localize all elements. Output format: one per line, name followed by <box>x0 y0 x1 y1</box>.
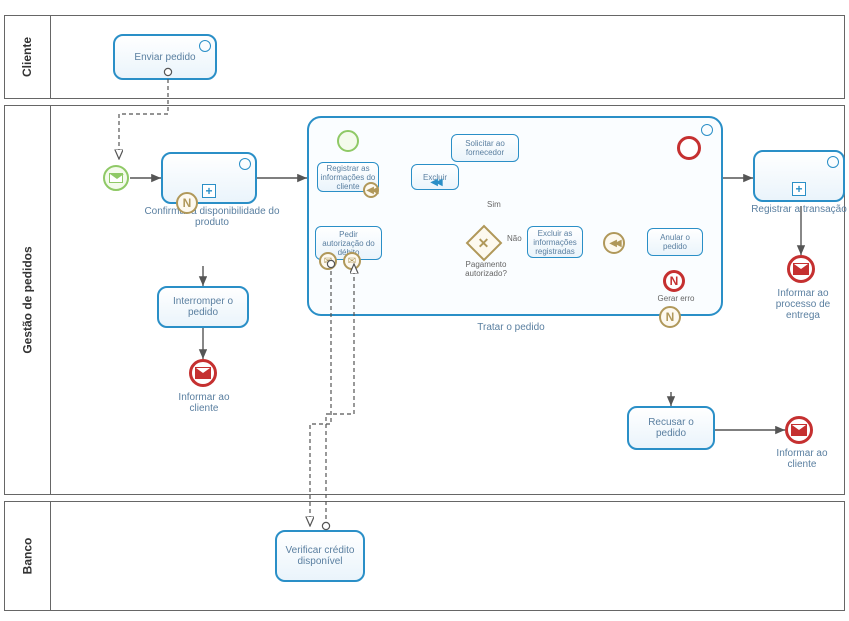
pool-gestao: Gestão de pedidos <box>4 105 845 495</box>
task-solicitar-fornecedor: Solicitar ao fornecedor <box>451 134 519 162</box>
task-label: Anular o pedido <box>650 233 700 251</box>
error-icon: N <box>666 310 675 324</box>
label-informar-entrega: Informar ao processo de entrega <box>763 288 843 321</box>
rewind-icon: ◀◀ <box>366 185 375 196</box>
boundary-event-loop: ✉ <box>319 252 337 270</box>
task-recusar-pedido: Recusar o pedido <box>627 406 715 450</box>
envelope-icon <box>793 263 809 275</box>
non-interrupting-icon <box>199 40 211 52</box>
task-enviar-pedido: Enviar pedido <box>113 34 217 80</box>
rewind-icon: ◀◀ <box>609 238 618 249</box>
label-tratar-pedido: Tratar o pedido <box>451 322 571 333</box>
task-label: Enviar pedido <box>134 52 195 63</box>
label-nao: Não <box>507 234 522 243</box>
label-informar-cliente: Informar ao cliente <box>169 392 239 414</box>
pool-label-gestao: Gestão de pedidos <box>5 106 51 494</box>
label-informar-cliente2: Informar ao cliente <box>767 448 837 470</box>
end-error-event-gerar-erro: N <box>663 270 685 292</box>
envelope-icon: ✉ <box>324 256 332 267</box>
error-icon: N <box>670 274 679 288</box>
label-pagamento-autorizado: Pagamento autorizado? <box>455 260 517 278</box>
lane-banco: Verificar crédito disponível <box>51 502 844 610</box>
task-label: Solicitar ao fornecedor <box>454 139 516 157</box>
expand-icon: + <box>202 184 216 198</box>
label-sim: Sim <box>487 200 501 209</box>
task-label: Recusar o pedido <box>633 417 709 439</box>
end-message-event-informar-cliente2 <box>785 416 813 444</box>
gateway-x-icon: ✕ <box>478 234 490 251</box>
error-icon: N <box>183 196 192 210</box>
rewind-icon: ◀◀ <box>430 177 439 188</box>
pool-label-cliente: Cliente <box>5 16 51 98</box>
boundary-event-msg: ✉ <box>343 252 361 270</box>
expand-icon: + <box>792 182 806 196</box>
label-confirmar-disp: Confirmar a disponibilidade do produto <box>137 206 287 228</box>
task-excluir-info: Excluir as informações registradas <box>527 226 583 258</box>
label-gerar-erro: Gerar erro <box>649 294 703 303</box>
envelope-icon <box>791 424 807 436</box>
pool-cliente: Cliente Enviar pedido <box>4 15 845 99</box>
boundary-error-tratar: N <box>659 306 681 328</box>
task-label: Excluir as informações registradas <box>530 229 580 256</box>
label-registrar-tx: Registrar a transação <box>743 204 849 215</box>
subprocess-registrar-transacao: + <box>753 150 845 202</box>
subprocess-confirmar-disponibilidade: + <box>161 152 257 204</box>
task-anular-pedido: Anular o pedido <box>647 228 703 256</box>
pool-banco: Banco Verificar crédito disponível <box>4 501 845 611</box>
start-message-event <box>103 165 129 191</box>
envelope-icon <box>195 367 211 379</box>
task-label: Verificar crédito disponível <box>281 545 359 567</box>
non-interrupting-icon <box>239 158 251 170</box>
task-excluir-compensation: Excluir ◀◀ <box>411 164 459 190</box>
end-message-event-informar-entrega <box>787 255 815 283</box>
task-verificar-credito: Verificar crédito disponível <box>275 530 365 582</box>
lane-gestao: + Confirmar a disponibilidade do produto… <box>51 106 844 494</box>
end-event-none <box>677 136 701 160</box>
non-interrupting-icon <box>827 156 839 168</box>
start-event-none <box>337 130 359 152</box>
compensation-throw-event: ◀◀ <box>603 232 625 254</box>
non-interrupting-icon <box>701 124 713 136</box>
lane-cliente: Enviar pedido <box>51 16 844 98</box>
task-label: Interromper o pedido <box>163 296 243 318</box>
boundary-error-event: N <box>176 192 198 214</box>
pool-label-banco: Banco <box>5 502 51 610</box>
envelope-icon: ✉ <box>348 256 356 267</box>
task-interromper-pedido: Interromper o pedido <box>157 286 249 328</box>
end-message-event-informar-cliente <box>189 359 217 387</box>
compensation-marker: ◀◀ <box>363 182 379 198</box>
envelope-icon <box>109 173 123 183</box>
